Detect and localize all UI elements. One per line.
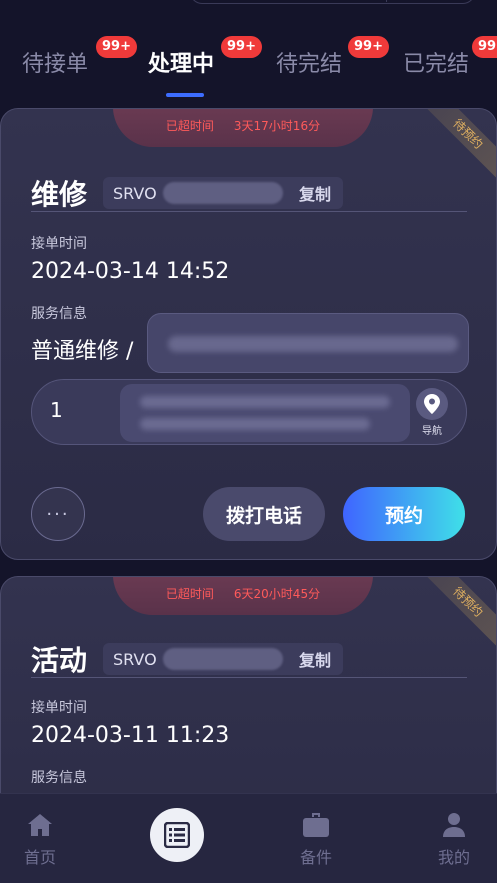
nav-home-label: 首页 [23,848,56,867]
tab-badge: 99+ [221,36,262,58]
header-divider [31,211,467,212]
tab-badge: 99+ [96,36,137,58]
call-button[interactable]: 拨打电话 [203,487,325,541]
copy-button[interactable]: 复制 [299,647,331,671]
service-detail-redacted [147,313,469,373]
tab-badge: 99+ [472,36,497,58]
tab-label: 已完结 [403,52,470,77]
more-options-button[interactable]: ··· [31,487,85,541]
active-tab-indicator [166,93,204,97]
header-divider [31,677,467,678]
user-icon [414,812,494,838]
location-pin-icon [416,388,448,420]
tab-label: 处理中 [148,52,215,77]
tab-processing[interactable]: 处理中 [148,46,214,78]
order-code-prefix: SRVO [113,183,157,203]
overtime-value: 6天20小时45分 [233,586,321,601]
navigate-button[interactable]: 导航 [412,388,452,438]
overtime-label: 已超时间 [165,118,214,133]
status-corner-tag: 待预约 [417,577,496,653]
accept-time-value: 2024-03-14 14:52 [31,259,230,284]
status-tabs: 待接单 99+ 处理中 99+ 待完结 99+ 已完结 99+ [0,36,497,97]
card-header: 活动 SRVO 复制 [31,639,344,679]
book-appointment-button[interactable]: 预约 [343,487,465,541]
order-type-title: 活动 [31,644,88,677]
top-search-edge [190,0,475,4]
tab-badge: 99+ [348,36,389,58]
accept-time-value: 2024-03-11 11:23 [31,723,230,748]
overtime-banner: 已超时间 3天17小时16分 [113,109,373,147]
card-header: 维修 SRVO 复制 [31,173,344,213]
orders-fab[interactable] [150,808,204,862]
accept-time-label: 接单时间 [31,700,87,716]
nav-parts[interactable]: 备件 [276,812,356,868]
tab-pending-accept[interactable]: 待接单 [22,46,88,78]
nav-home[interactable]: 首页 [0,812,80,868]
nav-mine-label: 我的 [437,848,470,867]
order-code-redacted [162,182,283,204]
address-redacted [120,384,410,442]
service-info-label: 服务信息 [31,306,87,322]
order-type-title: 维修 [31,178,88,211]
tab-pending-complete[interactable]: 待完结 [276,46,342,78]
briefcase-icon [276,812,356,838]
tab-completed[interactable]: 已完结 [403,46,469,78]
overtime-value: 3天17小时16分 [233,118,321,133]
copy-button[interactable]: 复制 [299,181,331,205]
accept-time-label: 接单时间 [31,236,87,252]
service-type: 普通维修 / [31,339,134,364]
overtime-banner: 已超时间 6天20小时45分 [113,577,373,615]
navigate-label: 导航 [422,426,442,437]
order-code-prefix: SRVO [113,649,157,669]
order-card[interactable]: 已超时间 3天17小时16分 待预约 维修 SRVO 复制 接单时间 2024-… [0,108,497,560]
nav-mine[interactable]: 我的 [414,812,494,868]
order-code: SRVO 复制 [103,177,344,209]
address-number: 1 [50,398,63,422]
order-list-icon [164,822,190,848]
status-corner-tag: 待预约 [417,109,496,185]
bottom-navigation: 首页 备件 我的 [0,793,497,883]
order-code: SRVO 复制 [103,643,344,675]
overtime-label: 已超时间 [165,586,214,601]
service-info-label: 服务信息 [31,770,87,786]
address-box[interactable]: 1 导航 [31,379,467,445]
order-code-redacted [162,648,283,670]
tab-label: 待接单 [22,52,89,77]
home-icon [0,812,80,838]
nav-parts-label: 备件 [299,848,332,867]
tab-label: 待完结 [276,52,343,77]
